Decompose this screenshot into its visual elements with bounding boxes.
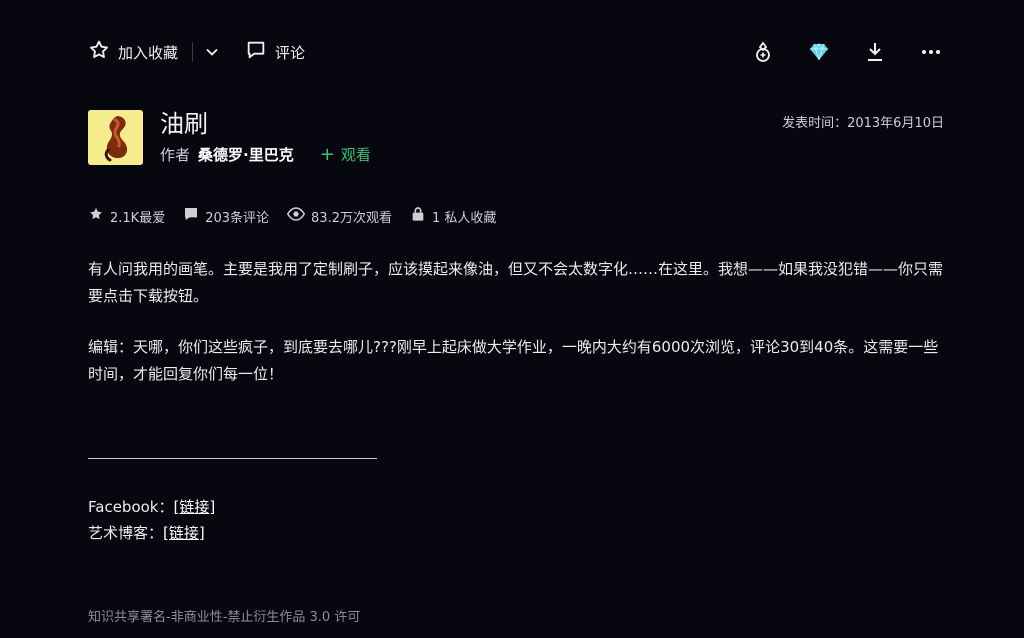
plus-icon: +	[319, 144, 335, 165]
lock-icon	[410, 206, 426, 226]
author-prefix: 作者	[160, 146, 191, 164]
license-text[interactable]: 知识共享署名-非商业性-禁止衍生作品 3.0 许可	[88, 606, 360, 625]
star-icon	[88, 206, 104, 226]
stat-views: 83.2万次观看	[286, 206, 392, 226]
action-toolbar: 加入收藏 评论	[88, 36, 944, 68]
download-icon[interactable]	[862, 39, 888, 65]
deviation-page: 加入收藏 评论 油刷 作者 桑德罗·里巴克 + 观看 发表时间：2013年6月1…	[0, 0, 1024, 638]
comment-button[interactable]: 评论	[245, 39, 305, 65]
star-outline-icon	[88, 39, 110, 65]
blog-line: 艺术博客：[链接]	[88, 520, 215, 546]
stat-views-label: 83.2万次观看	[311, 210, 392, 226]
stats-row: 2.1K最爱 203条评论 83.2万次观看 1 私人收藏	[88, 206, 496, 226]
add-to-favorites-button[interactable]: 加入收藏	[88, 39, 178, 65]
facebook-label: Facebook：	[88, 498, 174, 516]
stat-private-collections-label: 1 私人收藏	[431, 210, 497, 226]
gem-icon[interactable]	[806, 39, 832, 65]
stat-favorites: 2.1K最爱	[88, 206, 165, 226]
comment-icon	[245, 39, 267, 65]
avatar[interactable]	[88, 110, 143, 165]
author-link[interactable]: 桑德罗·里巴克	[198, 144, 294, 165]
comment-icon	[183, 206, 199, 226]
blog-label: 艺术博客：	[88, 524, 164, 542]
description-paragraph-2: 编辑：天哪，你们这些疯子，到底要去哪儿???刚早上起床做大学作业，一晚内大约有6…	[88, 338, 939, 383]
external-links: Facebook：[链接] 艺术博客：[链接]	[88, 494, 215, 546]
blog-link[interactable]: [链接]	[163, 524, 205, 542]
watch-label: 观看	[340, 146, 371, 164]
chevron-down-icon[interactable]	[201, 41, 223, 63]
deviation-header: 油刷 作者 桑德罗·里巴克 + 观看 发表时间：2013年6月10日	[88, 110, 944, 170]
published-date: 发表时间：2013年6月10日	[782, 116, 944, 131]
stat-comments: 203条评论	[183, 206, 269, 226]
stat-private-collections: 1 私人收藏	[410, 206, 496, 226]
gift-icon[interactable]	[750, 39, 776, 65]
more-icon[interactable]	[918, 39, 944, 65]
description: 有人问我用的画笔。主要是我用了定制刷子，应该摸起来像油，但又不会太数字化……在这…	[88, 256, 948, 388]
facebook-line: Facebook：[链接]	[88, 494, 215, 520]
watch-button[interactable]: + 观看	[320, 144, 371, 165]
stat-favorites-label: 2.1K最爱	[110, 210, 166, 226]
toolbar-right	[750, 39, 944, 65]
description-paragraph-1: 有人问我用的画笔。主要是我用了定制刷子，应该摸起来像油，但又不会太数字化……在这…	[88, 260, 944, 305]
comment-label: 评论	[275, 43, 306, 62]
toolbar-divider	[192, 42, 194, 62]
divider-line	[88, 458, 377, 459]
eye-icon	[286, 206, 306, 226]
toolbar-left: 加入收藏 评论	[88, 39, 305, 65]
page-title: 油刷	[160, 110, 208, 138]
facebook-link[interactable]: [链接]	[173, 498, 215, 516]
stat-comments-label: 203条评论	[205, 210, 270, 226]
byline: 作者 桑德罗·里巴克 + 观看	[160, 144, 371, 165]
add-to-favorites-label: 加入收藏	[118, 43, 179, 62]
